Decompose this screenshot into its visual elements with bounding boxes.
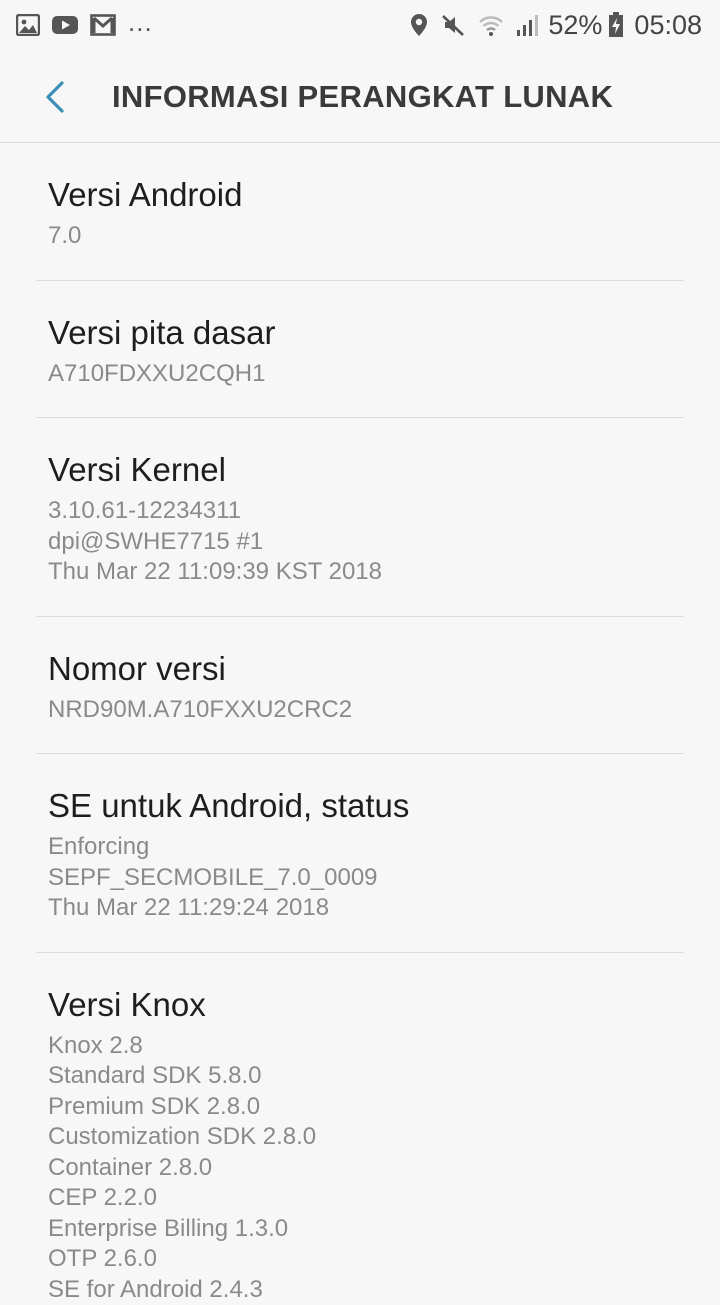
item-value: Knox 2.8 Standard SDK 5.8.0 Premium SDK … [48, 1031, 672, 1305]
back-arrow-icon [43, 80, 67, 114]
status-bar: ... 52% 05:08 [0, 0, 720, 52]
app-header: INFORMASI PERANGKAT LUNAK [0, 52, 720, 143]
item-value-line: Customization SDK 2.8.0 [48, 1122, 672, 1153]
item-value: NRD90M.A710FXXU2CRC2 [48, 695, 672, 726]
item-title: Versi Knox [48, 985, 672, 1025]
item-title: SE untuk Android, status [48, 786, 672, 826]
battery-charging-icon [608, 12, 624, 38]
item-value-line: Enforcing [48, 832, 672, 863]
battery-percent: 52% [548, 10, 602, 41]
clock: 05:08 [634, 10, 702, 41]
item-title: Versi Android [48, 175, 672, 215]
item-value-line: SE for Android 2.4.3 [48, 1275, 672, 1305]
item-value: A710FDXXU2CQH1 [48, 359, 672, 390]
list-item-knox-version[interactable]: Versi Knox Knox 2.8 Standard SDK 5.8.0 P… [0, 953, 720, 1305]
item-value-line: Enterprise Billing 1.3.0 [48, 1214, 672, 1245]
item-value-line: OTP 2.6.0 [48, 1244, 672, 1275]
item-value: 7.0 [48, 221, 672, 252]
location-icon [410, 13, 428, 37]
list-item-kernel-version[interactable]: Versi Kernel 3.10.61-12234311 dpi@SWHE77… [0, 418, 720, 616]
item-value-line: Container 2.8.0 [48, 1153, 672, 1184]
item-value: Enforcing SEPF_SECMOBILE_7.0_0009 Thu Ma… [48, 832, 672, 924]
item-value-line: NRD90M.A710FXXU2CRC2 [48, 695, 672, 726]
item-value-line: A710FDXXU2CQH1 [48, 359, 672, 390]
back-button[interactable] [30, 72, 80, 122]
item-value-line: dpi@SWHE7715 #1 [48, 527, 672, 558]
more-notifications: ... [128, 7, 153, 38]
gallery-icon [16, 14, 40, 36]
item-value-line: SEPF_SECMOBILE_7.0_0009 [48, 863, 672, 894]
software-info-list: Versi Android 7.0 Versi pita dasar A710F… [0, 143, 720, 1305]
item-value: 3.10.61-12234311 dpi@SWHE7715 #1 Thu Mar… [48, 496, 672, 588]
system-icons: 52% 05:08 [398, 8, 702, 42]
list-item-baseband-version[interactable]: Versi pita dasar A710FDXXU2CQH1 [0, 281, 720, 418]
signal-icon [516, 13, 540, 37]
item-title: Nomor versi [48, 649, 672, 689]
item-title: Versi pita dasar [48, 313, 672, 353]
item-value-line: CEP 2.2.0 [48, 1183, 672, 1214]
item-value-line: 7.0 [48, 221, 672, 252]
item-value-line: 3.10.61-12234311 [48, 496, 672, 527]
list-item-se-android-status[interactable]: SE untuk Android, status Enforcing SEPF_… [0, 754, 720, 952]
list-item-build-number[interactable]: Nomor versi NRD90M.A710FXXU2CRC2 [0, 617, 720, 754]
gmail-icon [90, 14, 116, 36]
item-value-line: Premium SDK 2.8.0 [48, 1092, 672, 1123]
item-value-line: Knox 2.8 [48, 1031, 672, 1062]
page-title: INFORMASI PERANGKAT LUNAK [112, 79, 613, 115]
item-value-line: Standard SDK 5.8.0 [48, 1061, 672, 1092]
wifi-icon [478, 13, 504, 37]
notification-icons: ... [16, 10, 153, 40]
item-value-line: Thu Mar 22 11:09:39 KST 2018 [48, 557, 672, 588]
item-title: Versi Kernel [48, 450, 672, 490]
list-item-android-version[interactable]: Versi Android 7.0 [0, 143, 720, 280]
youtube-icon [52, 15, 78, 35]
mute-icon [440, 13, 466, 37]
item-value-line: Thu Mar 22 11:29:24 2018 [48, 893, 672, 924]
